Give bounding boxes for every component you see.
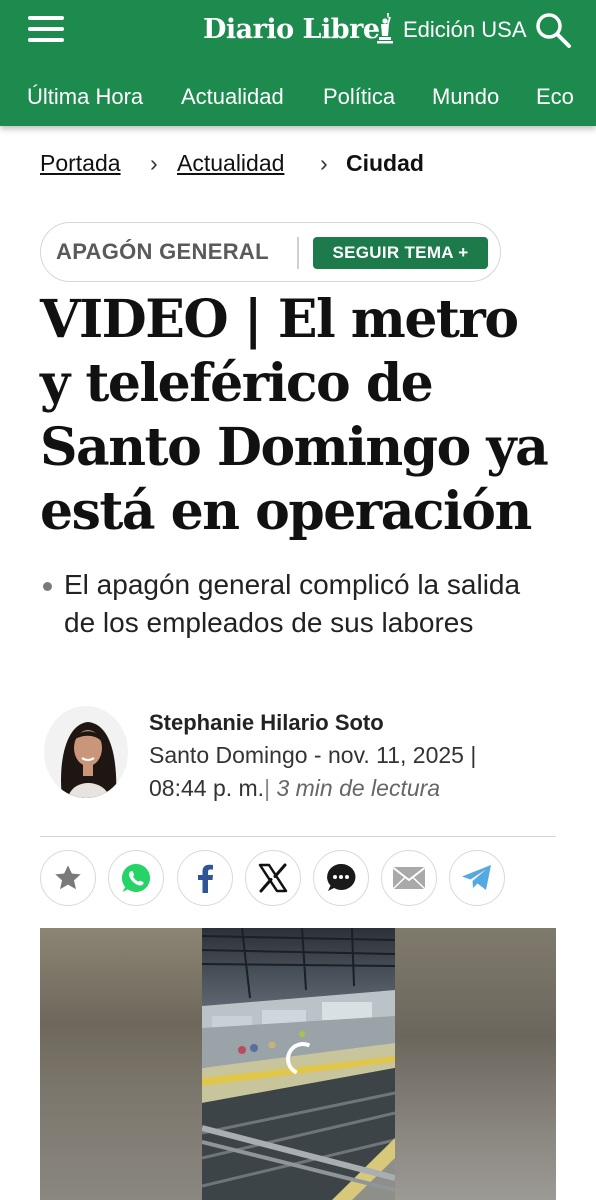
envelope-icon (392, 867, 426, 890)
hamburger-menu-icon[interactable] (28, 16, 68, 46)
share-telegram-button[interactable] (449, 850, 505, 906)
video-blur-right (395, 928, 556, 1200)
breadcrumb-actualidad[interactable]: Actualidad (177, 150, 284, 177)
divider (40, 836, 556, 837)
nav-item-politica[interactable]: Política (323, 84, 395, 110)
share-email-button[interactable] (381, 850, 437, 906)
facebook-icon (198, 864, 213, 893)
chevron-right-icon: › (150, 150, 158, 176)
topic-name[interactable]: APAGÓN GENERAL (56, 239, 269, 265)
edition-selector[interactable]: Edición USA (403, 17, 527, 43)
site-header: Diario Libre Edición USA Última Hora Act… (0, 0, 596, 126)
section-nav: Última Hora Actualidad Política Mundo Ec… (0, 80, 596, 116)
share-x-button[interactable] (245, 850, 301, 906)
nav-item-ultima-hora[interactable]: Última Hora (27, 84, 143, 110)
chevron-right-icon: › (320, 150, 328, 176)
article-location-date: Santo Domingo - nov. 11, 2025 | (149, 742, 477, 768)
video-blur-left (40, 928, 202, 1200)
topic-tag: APAGÓN GENERAL SEGUIR TEMA + (40, 222, 501, 282)
video-frame (202, 928, 395, 1200)
breadcrumb-portada[interactable]: Portada (40, 150, 121, 177)
breadcrumb-current: Ciudad (346, 150, 424, 176)
read-time: 3 min de lectura (276, 775, 441, 801)
follow-topic-button[interactable]: SEGUIR TEMA + (313, 237, 488, 269)
favorite-button[interactable] (40, 850, 96, 906)
article-video[interactable] (40, 928, 556, 1200)
comments-button[interactable] (313, 850, 369, 906)
star-icon (55, 865, 81, 890)
article-headline: VIDEO | El metro y teleférico de Santo D… (40, 289, 549, 542)
author-avatar[interactable] (44, 706, 128, 798)
site-logo[interactable]: Diario Libre (203, 14, 380, 45)
article-meta: Santo Domingo - nov. 11, 2025 | 08:44 p.… (149, 742, 477, 801)
author-name[interactable]: Stephanie Hilario Soto (149, 710, 384, 736)
chat-bubble-icon (327, 863, 356, 891)
summary-text: El apagón general complicó la salida de … (64, 569, 521, 638)
topic-divider (297, 237, 299, 269)
telegram-icon (462, 865, 491, 890)
search-icon[interactable] (533, 10, 573, 50)
article-time: 08:44 p. m. (149, 775, 265, 801)
bullet-icon (43, 582, 52, 591)
nav-item-economia[interactable]: Eco (536, 84, 574, 110)
share-whatsapp-button[interactable] (108, 850, 164, 906)
share-facebook-button[interactable] (177, 850, 233, 906)
nav-item-actualidad[interactable]: Actualidad (181, 84, 284, 110)
nav-item-mundo[interactable]: Mundo (432, 84, 499, 110)
liberty-statue-logo-icon (377, 13, 393, 44)
whatsapp-icon (121, 863, 151, 892)
x-icon (258, 863, 288, 893)
